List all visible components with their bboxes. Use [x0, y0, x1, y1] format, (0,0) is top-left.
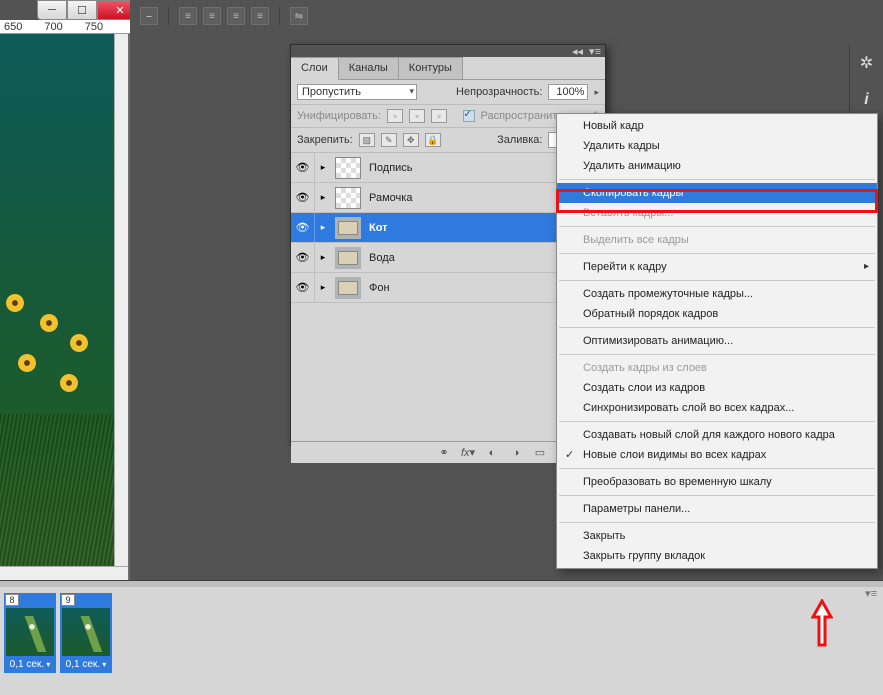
layer-name[interactable]: Рамочка [365, 192, 563, 204]
options-bar: ⎯ ≡ ≡ ≡ ≡ ⇋ [140, 6, 308, 26]
align-icon[interactable]: ≡ [251, 7, 269, 25]
maximize-button[interactable]: ☐ [67, 0, 97, 20]
menu-item[interactable]: Перейти к кадру [557, 257, 877, 277]
lock-all-icon[interactable]: 🔒 [425, 133, 441, 147]
align-icon[interactable]: ≡ [179, 7, 197, 25]
visibility-toggle[interactable]: 👁 [291, 153, 315, 182]
layer-thumbnail [335, 217, 361, 239]
menu-item[interactable]: Синхронизировать слой во всех кадрах... [557, 398, 877, 418]
expand-toggle[interactable]: ▸ [315, 153, 331, 182]
ruler-horizontal: 650 700 750 [0, 20, 132, 34]
adjustment-icon[interactable]: ◑ [507, 445, 525, 461]
menu-item[interactable]: Оптимизировать анимацию... [557, 331, 877, 351]
animation-panel-menu: Новый кадрУдалить кадрыУдалить анимацию С… [556, 113, 878, 569]
layer-thumbnail [335, 277, 361, 299]
document-window [0, 34, 130, 580]
tool-icon[interactable]: ⎯ [140, 7, 158, 25]
menu-item[interactable]: Создать промежуточные кадры... [557, 284, 877, 304]
layer-thumbnail [335, 157, 361, 179]
lock-label: Закрепить: [297, 134, 353, 146]
frame-delay[interactable]: 0,1 сек. [4, 656, 56, 673]
tab-paths[interactable]: Контуры [399, 57, 463, 79]
menu-item[interactable]: Создать слои из кадров [557, 378, 877, 398]
minimize-button[interactable]: ─ [37, 0, 67, 20]
menu-item[interactable]: Параметры панели... [557, 499, 877, 519]
frame-thumbnail [6, 608, 54, 656]
frames-strip: 7сек.80,1 сек.90,1 сек. [0, 587, 883, 673]
align-icon[interactable]: ≡ [203, 7, 221, 25]
animation-frame[interactable]: 8 0,1 сек. [4, 593, 56, 673]
menu-item: Создать кадры из слоев [557, 358, 877, 378]
expand-toggle[interactable]: ▸ [315, 183, 331, 212]
timeline-menu-icon[interactable]: ▾≡ [865, 587, 877, 600]
scrollbar-horizontal[interactable] [0, 566, 128, 580]
link-icon[interactable]: ⚭ [435, 445, 453, 461]
visibility-toggle[interactable]: 👁 [291, 243, 315, 272]
canvas[interactable] [0, 34, 116, 574]
menu-item[interactable]: Закрыть группу вкладок [557, 546, 877, 566]
expand-toggle[interactable]: ▸ [315, 213, 331, 242]
unify-visibility-icon[interactable]: ▫ [409, 109, 425, 123]
propagate-checkbox[interactable] [463, 110, 475, 122]
layer-name[interactable]: Подпись [365, 162, 563, 174]
animation-frame[interactable]: 9 0,1 сек. [60, 593, 112, 673]
visibility-toggle[interactable]: 👁 [291, 273, 315, 302]
layer-thumbnail [335, 187, 361, 209]
frame-number: 9 [61, 594, 75, 606]
menu-item[interactable]: Создавать новый слой для каждого нового … [557, 425, 877, 445]
navigator-icon[interactable]: ✲ [860, 53, 873, 73]
menu-item[interactable]: Преобразовать во временную шкалу [557, 472, 877, 492]
menu-item[interactable]: Закрыть [557, 526, 877, 546]
menu-item[interactable]: Новые слои видимы во всех кадрах [557, 445, 877, 465]
menu-item[interactable]: Новый кадр [557, 116, 877, 136]
animation-timeline: 7сек.80,1 сек.90,1 сек. ▾≡ [0, 580, 883, 695]
menu-item[interactable]: Удалить анимацию [557, 156, 877, 176]
tab-channels[interactable]: Каналы [339, 57, 399, 79]
expand-toggle[interactable]: ▸ [315, 273, 331, 302]
opacity-label: Непрозрачность: [456, 86, 542, 98]
lock-transparency-icon[interactable]: ▨ [359, 133, 375, 147]
unify-position-icon[interactable]: ▫ [387, 109, 403, 123]
scrollbar-vertical[interactable] [114, 34, 128, 580]
frame-delay[interactable]: 0,1 сек. [60, 656, 112, 673]
menu-item: Выделить все кадры [557, 230, 877, 250]
info-icon[interactable]: i [864, 91, 868, 109]
mask-icon[interactable]: ◐ [483, 445, 501, 461]
collapsed-panel-dock: ✲ i [849, 44, 883, 118]
lock-pixels-icon[interactable]: ✎ [381, 133, 397, 147]
unify-label: Унифицировать: [297, 110, 381, 122]
fx-icon[interactable]: fx▾ [459, 445, 477, 461]
unify-style-icon[interactable]: ▫ [431, 109, 447, 123]
frame-number: 8 [5, 594, 19, 606]
menu-item[interactable]: Скопировать кадры [557, 183, 877, 203]
tab-layers[interactable]: Слои [291, 57, 339, 80]
panel-menu-icon[interactable]: ▾≡ [589, 45, 601, 58]
menu-item[interactable]: Удалить кадры [557, 136, 877, 156]
menu-item[interactable]: Обратный порядок кадров [557, 304, 877, 324]
frame-thumbnail [62, 608, 110, 656]
visibility-toggle[interactable]: 👁 [291, 213, 315, 242]
lock-position-icon[interactable]: ✥ [403, 133, 419, 147]
collapse-icon[interactable]: ◂◂ [572, 45, 583, 58]
menu-item: Вставить кадры... [557, 203, 877, 223]
blend-mode-select[interactable]: Пропустить [297, 84, 417, 100]
align-icon[interactable]: ≡ [227, 7, 245, 25]
window-controls: ─ ☐ ✕ [37, 0, 143, 20]
opacity-input[interactable]: 100% [548, 84, 588, 100]
fill-label: Заливка: [497, 134, 542, 146]
folder-icon[interactable]: ▭ [531, 445, 549, 461]
expand-toggle[interactable]: ▸ [315, 243, 331, 272]
mirror-icon[interactable]: ⇋ [290, 7, 308, 25]
visibility-toggle[interactable]: 👁 [291, 183, 315, 212]
layer-thumbnail [335, 247, 361, 269]
panel-tabs: Слои Каналы Контуры [291, 57, 605, 80]
